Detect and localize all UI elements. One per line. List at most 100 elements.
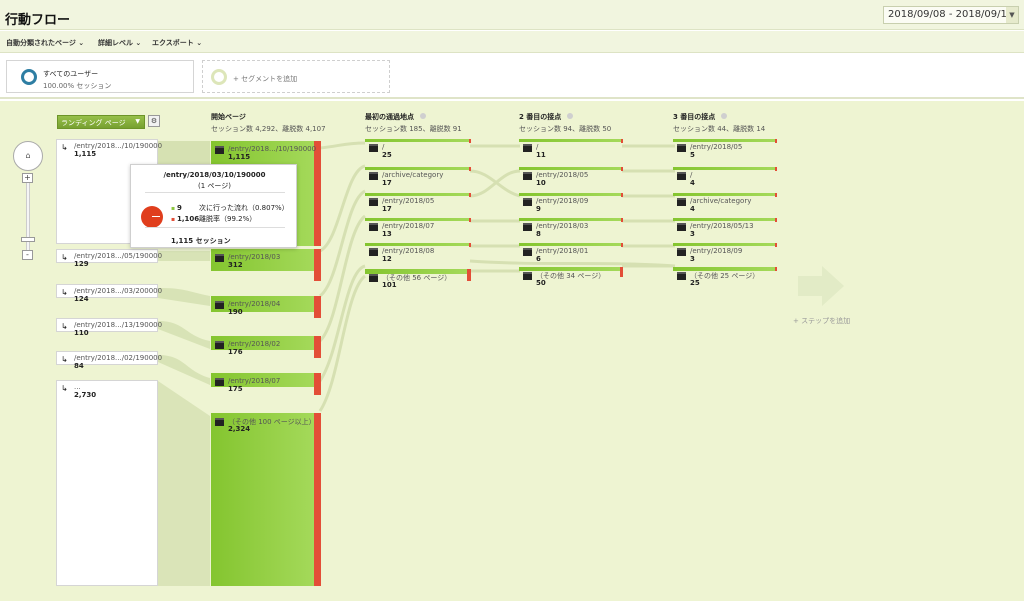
column-title-start: 開始ページ xyxy=(211,113,246,121)
redirect-arrow-icon: ↳ xyxy=(61,322,68,331)
source-value: 2,730 xyxy=(74,391,97,399)
landing-page-dropdown[interactable]: ランディング ページ ▼ xyxy=(57,115,145,129)
node-label: /archive/category xyxy=(382,171,444,179)
date-range-picker[interactable]: 2018/09/08 - 2018/09/14 ▼ xyxy=(883,6,1019,24)
page-icon xyxy=(677,272,686,280)
start-page-node[interactable]: /entry/2018/04 190 xyxy=(211,296,321,318)
first-touch-node[interactable]: /archive/category 17 xyxy=(365,167,471,189)
pan-control[interactable]: ⌂ xyxy=(13,141,43,171)
node-label: /entry/2018.../10/190000 xyxy=(228,145,317,153)
second-touch-node[interactable]: /entry/2018/09 9 xyxy=(519,193,623,215)
third-touch-node[interactable]: /entry/2018/09 3 xyxy=(673,243,777,265)
auto-pages-label: 自動分類されたページ xyxy=(6,39,76,47)
start-page-node[interactable]: （その他 100 ページ以上） 2,324 xyxy=(211,413,321,586)
node-value: 6 xyxy=(536,255,541,263)
third-touch-node[interactable]: / 4 xyxy=(673,167,777,189)
third-touch-node[interactable]: /entry/2018/05/13 3 xyxy=(673,218,777,240)
first-touch-node[interactable]: /entry/2018/07 13 xyxy=(365,218,471,240)
source-node[interactable]: ↳ /entry/2018.../13/190000 110 xyxy=(56,318,162,337)
source-label: /entry/2018.../02/190000 xyxy=(74,354,163,362)
source-node[interactable]: ↳ ... 2,730 xyxy=(56,380,158,586)
node-value: 12 xyxy=(382,255,392,263)
auto-pages-menu[interactable]: 自動分類されたページ ⌄ xyxy=(6,38,84,48)
first-touch-node[interactable]: （その他 56 ページ） 101 xyxy=(365,269,471,291)
segment-bar: すべてのユーザー 100.00% セッション + セグメントを追加 xyxy=(0,54,1024,99)
source-value: 124 xyxy=(74,295,89,303)
segment-all-users[interactable]: すべてのユーザー 100.00% セッション xyxy=(6,60,194,93)
page-icon xyxy=(215,254,224,262)
page-icon xyxy=(677,223,686,231)
segment-percent: 100.00% セッション xyxy=(43,82,112,90)
source-label: ... xyxy=(74,383,81,391)
source-label: /entry/2018.../13/190000 xyxy=(74,321,163,329)
third-touch-node[interactable]: /archive/category 4 xyxy=(673,193,777,215)
add-step-arrow-icon[interactable] xyxy=(798,266,844,306)
source-node[interactable]: ↳ /entry/2018.../02/190000 84 xyxy=(56,351,162,370)
source-node[interactable]: ↳ /entry/2018.../03/200000 124 xyxy=(56,284,162,303)
first-touch-node[interactable]: / 25 xyxy=(365,139,471,161)
node-value: 11 xyxy=(536,151,546,159)
node-value: 8 xyxy=(536,230,541,238)
second-touch-node[interactable]: /entry/2018/01 6 xyxy=(519,243,623,265)
zoom-track[interactable] xyxy=(26,176,30,256)
source-node[interactable]: ↳ /entry/2018.../05/190000 129 xyxy=(56,249,162,268)
redirect-arrow-icon: ↳ xyxy=(61,384,68,393)
node-label: / xyxy=(536,143,539,151)
export-menu[interactable]: エクスポート ⌄ xyxy=(152,38,202,48)
source-value: 84 xyxy=(74,362,84,370)
node-label: /entry/2018/05 xyxy=(690,143,743,151)
column-title-third-label: 3 番目の接点 xyxy=(673,113,716,121)
page-icon xyxy=(215,301,224,309)
node-value: 50 xyxy=(536,279,546,287)
page-icon xyxy=(523,144,532,152)
page-icon xyxy=(369,198,378,206)
page-icon xyxy=(677,172,686,180)
chevron-down-icon: ▼ xyxy=(135,118,140,125)
add-step-button[interactable]: + ステップを追加 xyxy=(793,316,850,326)
info-icon[interactable] xyxy=(420,113,426,119)
start-page-node[interactable]: /entry/2018/03 312 xyxy=(211,249,321,281)
source-value: 110 xyxy=(74,329,89,337)
info-icon[interactable] xyxy=(721,113,728,119)
page-icon xyxy=(523,248,532,256)
add-segment-button[interactable]: + セグメントを追加 xyxy=(202,60,390,93)
node-value: 25 xyxy=(382,151,392,159)
start-page-node[interactable]: /entry/2018/07 175 xyxy=(211,373,321,395)
second-touch-node[interactable]: /entry/2018/05 10 xyxy=(519,167,623,189)
node-tooltip: /entry/2018/03/10/190000 (1 ページ) ▪ 9 次に行っ… xyxy=(130,164,297,248)
start-page-node[interactable]: /entry/2018/02 176 xyxy=(211,336,321,358)
detail-level-menu[interactable]: 詳細レベル ⌄ xyxy=(98,38,141,48)
header-bar: 行動フロー 2018/09/08 - 2018/09/14 ▼ xyxy=(0,0,1024,30)
node-value: 2,324 xyxy=(228,425,251,433)
column-title-third: 3 番目の接点 xyxy=(673,112,728,122)
second-touch-node[interactable]: （その他 34 ページ） 50 xyxy=(519,267,623,289)
info-icon[interactable] xyxy=(567,113,574,119)
node-value: 312 xyxy=(228,261,243,269)
page-icon xyxy=(369,274,378,282)
first-touch-node[interactable]: /entry/2018/05 17 xyxy=(365,193,471,215)
column-stats-third: セッション数 44、離脱数 14 xyxy=(673,125,766,133)
exit-pie-chart-icon xyxy=(141,206,163,228)
node-label: /entry/2018/04 xyxy=(228,300,281,308)
node-value: 101 xyxy=(382,281,397,289)
node-value: 9 xyxy=(536,205,541,213)
next-label: 次に行った流れ（0.807%） xyxy=(198,204,289,212)
node-value: 1,115 xyxy=(228,153,251,161)
third-touch-node[interactable]: （その他 25 ページ） 25 xyxy=(673,267,777,289)
zoom-in-button[interactable]: + xyxy=(22,173,33,183)
source-label: /entry/2018.../10/190000 xyxy=(74,142,163,150)
node-label: /archive/category xyxy=(690,197,752,205)
node-label: /entry/2018/07 xyxy=(382,222,435,230)
date-range-label: 2018/09/08 - 2018/09/14 xyxy=(888,9,1014,20)
zoom-handle[interactable] xyxy=(21,237,35,242)
node-label: /entry/2018/08 xyxy=(382,247,435,255)
gear-icon: ⚙ xyxy=(150,117,158,125)
first-touch-node[interactable]: /entry/2018/08 12 xyxy=(365,243,471,265)
second-touch-node[interactable]: /entry/2018/03 8 xyxy=(519,218,623,240)
toolbar: 自動分類されたページ ⌄ 詳細レベル ⌄ エクスポート ⌄ xyxy=(0,31,1024,53)
settings-gear-button[interactable]: ⚙ xyxy=(148,115,160,127)
third-touch-node[interactable]: /entry/2018/05 5 xyxy=(673,139,777,161)
second-touch-node[interactable]: / 11 xyxy=(519,139,623,161)
zoom-out-button[interactable]: - xyxy=(22,250,33,260)
page-icon xyxy=(215,146,224,154)
